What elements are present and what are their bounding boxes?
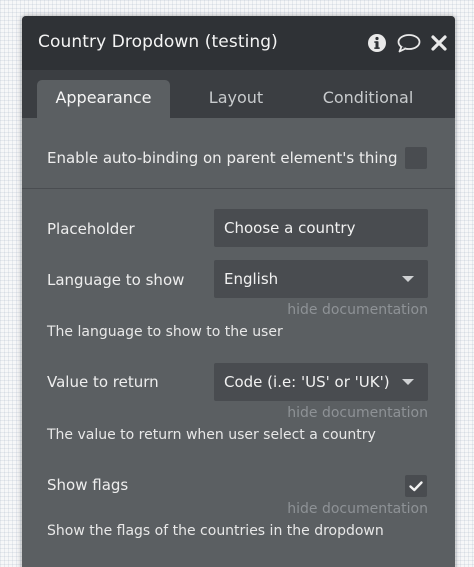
- show-flags-description: Show the flags of the countries in the d…: [47, 523, 384, 539]
- comment-icon[interactable]: [397, 33, 421, 53]
- property-editor-panel: Country Dropdown (testing) Appearance La…: [22, 16, 455, 567]
- chevron-down-icon: [402, 379, 414, 385]
- section-divider: [22, 188, 455, 189]
- autobinding-label: Enable auto-binding on parent element's …: [47, 149, 398, 167]
- checkmark-icon: [409, 481, 423, 492]
- value-to-return-description: The value to return when user select a c…: [47, 427, 376, 443]
- language-label: Language to show: [47, 271, 185, 289]
- chevron-down-icon: [402, 276, 414, 282]
- show-flags-checkbox[interactable]: [405, 475, 427, 497]
- info-icon[interactable]: [367, 33, 387, 53]
- value-to-return-hide-documentation-link[interactable]: hide documentation: [287, 405, 428, 421]
- value-to-return-dropdown[interactable]: Code (i.e: 'US' or 'UK'): [214, 363, 428, 401]
- tab-appearance[interactable]: Appearance: [37, 80, 170, 118]
- placeholder-input[interactable]: Choose a country: [214, 209, 428, 247]
- language-hide-documentation-link[interactable]: hide documentation: [287, 302, 428, 318]
- language-selected-value: English: [224, 270, 279, 288]
- tab-layout[interactable]: Layout: [172, 80, 300, 118]
- autobinding-checkbox[interactable]: [405, 147, 427, 169]
- value-to-return-selected-value: Code (i.e: 'US' or 'UK'): [224, 373, 390, 391]
- placeholder-label: Placeholder: [47, 220, 135, 238]
- title-icons: [357, 31, 447, 55]
- panel-title: Country Dropdown (testing): [38, 32, 278, 52]
- panel-titlebar[interactable]: Country Dropdown (testing): [22, 16, 455, 70]
- close-icon[interactable]: [431, 35, 447, 51]
- tab-bar: Appearance Layout Conditional: [22, 70, 455, 118]
- show-flags-hide-documentation-link[interactable]: hide documentation: [287, 501, 428, 517]
- tab-conditional[interactable]: Conditional: [304, 80, 432, 118]
- language-description: The language to show to the user: [47, 324, 283, 340]
- language-dropdown[interactable]: English: [214, 260, 428, 298]
- show-flags-label: Show flags: [47, 476, 129, 494]
- value-to-return-label: Value to return: [47, 373, 159, 391]
